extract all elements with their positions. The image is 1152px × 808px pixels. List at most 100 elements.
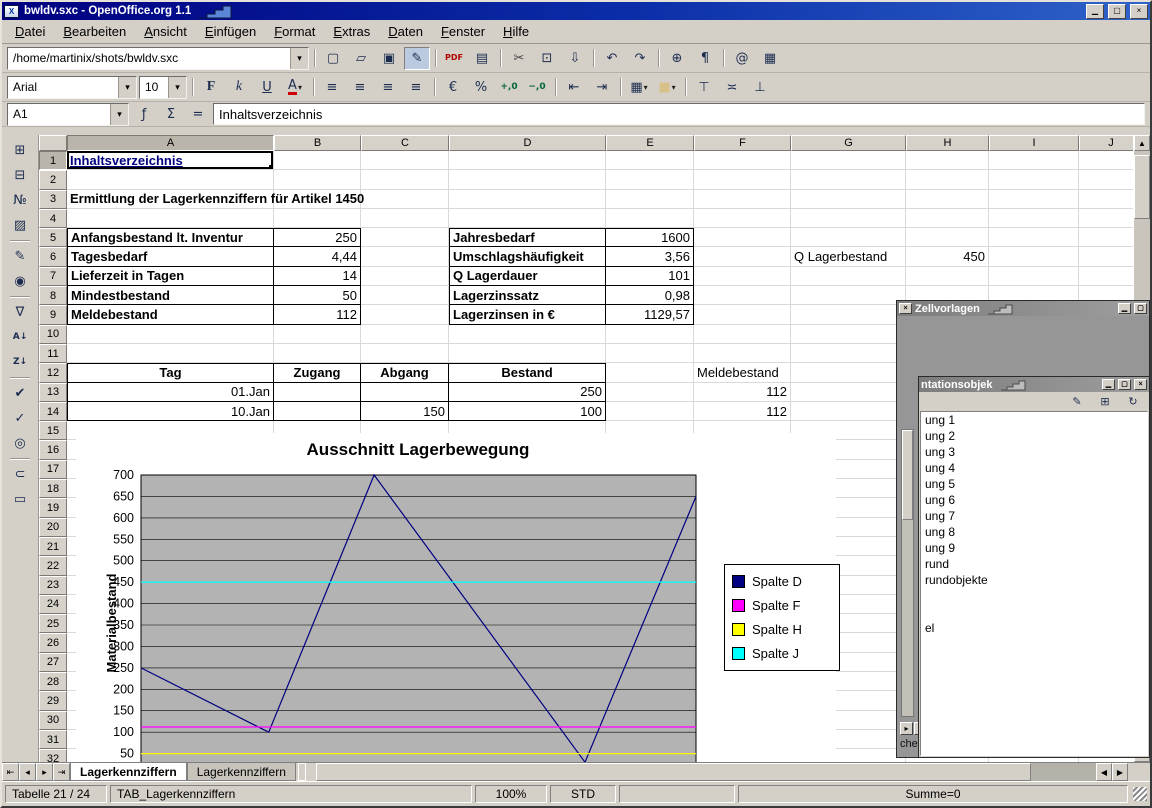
cell-h5[interactable] bbox=[906, 228, 989, 247]
app-icon[interactable]: X bbox=[4, 5, 19, 18]
cell-c14[interactable]: 150 bbox=[361, 402, 449, 421]
cell-a14[interactable]: 10.Jan bbox=[67, 402, 274, 421]
cell-b7[interactable]: 14 bbox=[274, 267, 361, 286]
col-header-i[interactable]: I bbox=[989, 135, 1079, 151]
sort-ascending-button[interactable]: A↓ bbox=[5, 325, 35, 349]
titlebar[interactable]: X bwldv.sxc - OpenOffice.org 1.1 ▁ ▢ × bbox=[2, 2, 1150, 20]
row-header-10[interactable]: 10 bbox=[39, 325, 67, 344]
row-header-3[interactable]: 3 bbox=[39, 190, 67, 209]
cell-f11[interactable] bbox=[694, 344, 791, 363]
style-list-item[interactable]: ung 4 bbox=[921, 460, 1147, 476]
cell-b2[interactable] bbox=[274, 170, 361, 189]
menu-daten[interactable]: Daten bbox=[379, 22, 432, 41]
cell-c10[interactable] bbox=[361, 325, 449, 344]
cell-a10[interactable] bbox=[67, 325, 274, 344]
cell-j6[interactable] bbox=[1079, 247, 1133, 266]
row-header-8[interactable]: 8 bbox=[39, 286, 67, 305]
url-value[interactable]: /home/martinix/shots/bwldv.sxc bbox=[8, 48, 290, 69]
borders-dropdown-icon[interactable]: ▾ bbox=[644, 83, 648, 92]
cell-f3[interactable] bbox=[694, 190, 791, 209]
cell-f6[interactable] bbox=[694, 247, 791, 266]
gallery-button[interactable]: ▦ bbox=[757, 47, 783, 70]
add-decimal-button[interactable]: +,0 bbox=[496, 76, 522, 99]
font-size-combobox[interactable]: 10 ▾ bbox=[139, 76, 187, 99]
row-header-31[interactable]: 31 bbox=[39, 730, 67, 749]
url-dropdown-icon[interactable]: ▾ bbox=[290, 48, 308, 69]
cell-g4[interactable] bbox=[791, 209, 906, 228]
style-list-item[interactable]: ung 3 bbox=[921, 444, 1147, 460]
function-wizard-button[interactable]: ƒ bbox=[132, 103, 156, 125]
cell-d6[interactable]: Umschlagshäufigkeit bbox=[449, 247, 606, 266]
cell-g3[interactable] bbox=[791, 190, 906, 209]
equals-button[interactable]: = bbox=[186, 103, 210, 125]
row-header-32[interactable]: 32 bbox=[39, 749, 67, 762]
cell-a13[interactable]: 01.Jan bbox=[67, 383, 274, 402]
hyperlink-bar-button[interactable]: @ bbox=[729, 47, 755, 70]
formula-input[interactable]: Inhaltsverzeichnis bbox=[213, 103, 1145, 125]
cell-j7[interactable] bbox=[1079, 267, 1133, 286]
col-header-d[interactable]: D bbox=[449, 135, 606, 151]
cell-b8[interactable]: 50 bbox=[274, 286, 361, 305]
cell-d2[interactable] bbox=[449, 170, 606, 189]
autofilter-button[interactable]: ∇ bbox=[5, 300, 35, 324]
stylist-window[interactable]: ntationsobjek ▁ ▢ × ✎⊞↻ ung 1ung 2ung 3u… bbox=[918, 376, 1150, 758]
cell-g7[interactable] bbox=[791, 267, 906, 286]
insert-cells-button[interactable]: ⊟ bbox=[5, 163, 35, 187]
horizontal-scroll-thumb[interactable] bbox=[316, 763, 1031, 781]
underline-button[interactable]: U bbox=[254, 76, 280, 99]
spellcheck-button[interactable]: ✔ bbox=[5, 381, 35, 405]
row-header-19[interactable]: 19 bbox=[39, 498, 67, 517]
cell-d1[interactable] bbox=[449, 151, 606, 170]
row-header-5[interactable]: 5 bbox=[39, 228, 67, 247]
cell-e6[interactable]: 3,56 bbox=[606, 247, 694, 266]
cell-a1[interactable]: Inhaltsverzeichnis bbox=[67, 151, 274, 170]
cell-a3[interactable]: Ermittlung der Lagerkennziffern für Arti… bbox=[67, 190, 274, 209]
sheet-tab-lagerkennziffern[interactable]: Lagerkennziffern bbox=[187, 763, 296, 781]
cell-f7[interactable] bbox=[694, 267, 791, 286]
borders-button[interactable]: ▦▾ bbox=[626, 76, 652, 99]
row-header-14[interactable]: 14 bbox=[39, 402, 67, 421]
style-list-item[interactable]: ung 5 bbox=[921, 476, 1147, 492]
row-header-18[interactable]: 18 bbox=[39, 479, 67, 498]
cell-b12[interactable]: Zugang bbox=[274, 363, 361, 382]
cell-e3[interactable] bbox=[606, 190, 694, 209]
cell-f14[interactable]: 112 bbox=[694, 402, 791, 421]
cell-a8[interactable]: Mindestbestand bbox=[67, 286, 274, 305]
row-header-2[interactable]: 2 bbox=[39, 170, 67, 189]
cell-c12[interactable]: Abgang bbox=[361, 363, 449, 382]
row-header-7[interactable]: 7 bbox=[39, 267, 67, 286]
cell-a12[interactable]: Tag bbox=[67, 363, 274, 382]
cell-d14[interactable]: 100 bbox=[449, 402, 606, 421]
cell-f4[interactable] bbox=[694, 209, 791, 228]
cell-f1[interactable] bbox=[694, 151, 791, 170]
cell-g13[interactable] bbox=[791, 383, 906, 402]
cell-g6[interactable]: Q Lagerbestand bbox=[791, 247, 906, 266]
align-bottom-button[interactable]: ⊥ bbox=[747, 76, 773, 99]
cell-c4[interactable] bbox=[361, 209, 449, 228]
font-color-dropdown-icon[interactable]: ▾ bbox=[298, 83, 302, 92]
horizontal-scroll-track[interactable] bbox=[1031, 763, 1096, 781]
row-header-15[interactable]: 15 bbox=[39, 421, 67, 440]
copy-button[interactable]: ⊡ bbox=[534, 47, 560, 70]
row-header-11[interactable]: 11 bbox=[39, 344, 67, 363]
redo-button[interactable]: ↷ bbox=[627, 47, 653, 70]
print-file-button[interactable]: ▤ bbox=[469, 47, 495, 70]
cell-i2[interactable] bbox=[989, 170, 1079, 189]
cell-i3[interactable] bbox=[989, 190, 1079, 209]
cell-e13[interactable] bbox=[606, 383, 694, 402]
row-header-29[interactable]: 29 bbox=[39, 691, 67, 710]
edit-file-button[interactable]: ✎ bbox=[404, 47, 430, 70]
close-button[interactable]: × bbox=[1130, 4, 1148, 19]
cell-a7[interactable]: Lieferzeit in Tagen bbox=[67, 267, 274, 286]
update-style-button[interactable]: ↻ bbox=[1120, 393, 1146, 411]
increase-indent-button[interactable]: ⇥ bbox=[589, 76, 615, 99]
cell-g5[interactable] bbox=[791, 228, 906, 247]
cell-f13[interactable]: 112 bbox=[694, 383, 791, 402]
insert-objects-button[interactable]: ▨ bbox=[5, 213, 35, 237]
stylist-titlebar[interactable]: ntationsobjek ▁ ▢ × bbox=[919, 377, 1149, 392]
cell-e11[interactable] bbox=[606, 344, 694, 363]
navigator-button[interactable]: ⊕ bbox=[664, 47, 690, 70]
cell-e9[interactable]: 1129,57 bbox=[606, 305, 694, 324]
cell-b6[interactable]: 4,44 bbox=[274, 247, 361, 266]
cell-reference-box[interactable]: A1 ▾ bbox=[7, 103, 129, 126]
